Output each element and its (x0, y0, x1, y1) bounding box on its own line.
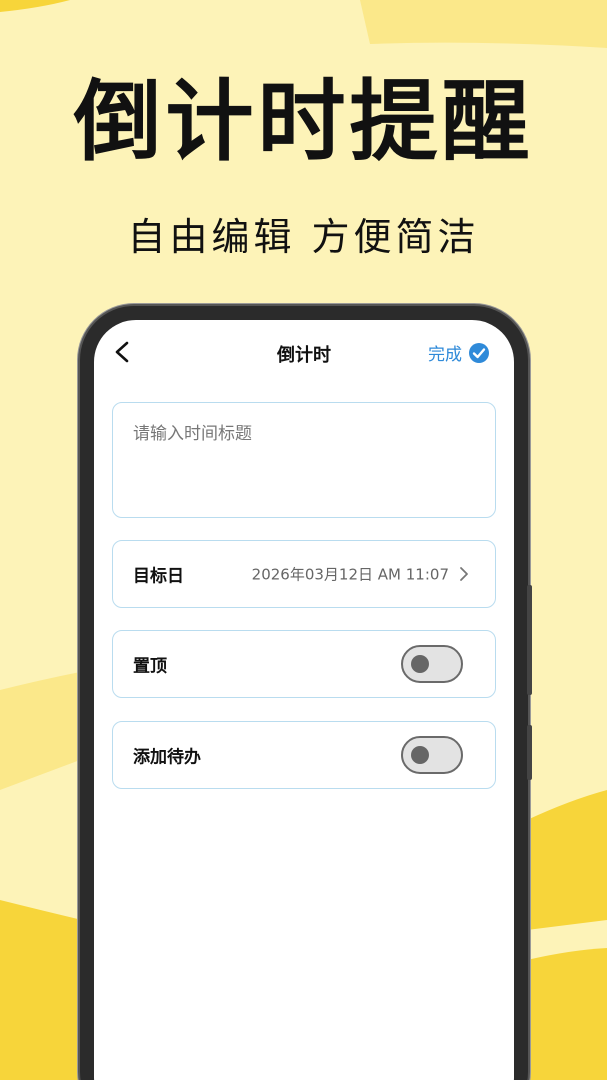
phone-side-button (527, 585, 532, 695)
nav-bar: 倒计时 完成 (94, 320, 514, 384)
done-label: 完成 (428, 345, 462, 365)
pin-top-label: 置顶 (133, 656, 167, 677)
toggle-knob (411, 655, 429, 673)
pin-top-row: 置顶 (112, 630, 496, 698)
pin-top-toggle[interactable] (401, 645, 463, 683)
chevron-right-icon (460, 567, 468, 581)
done-button[interactable]: 完成 (428, 340, 490, 365)
check-circle-icon (469, 342, 489, 363)
add-todo-row: 添加待办 (112, 721, 496, 789)
toggle-knob (411, 746, 429, 764)
app-screen: 倒计时 完成 目标日 2026年03月12日 AM 11:07 置顶 添加待办 (94, 320, 514, 1080)
target-date-label: 目标日 (133, 566, 184, 587)
phone-side-button (527, 725, 532, 780)
add-todo-toggle[interactable] (401, 736, 463, 774)
title-input-card (112, 402, 496, 518)
promo-headline: 倒计时提醒 (73, 70, 534, 173)
title-input[interactable] (113, 403, 495, 517)
promo-subtitle: 自由编辑 方便简洁 (127, 215, 480, 259)
add-todo-label: 添加待办 (133, 747, 201, 768)
target-date-value: 2026年03月12日 AM 11:07 (251, 565, 449, 584)
target-date-row[interactable]: 目标日 2026年03月12日 AM 11:07 (112, 540, 496, 608)
